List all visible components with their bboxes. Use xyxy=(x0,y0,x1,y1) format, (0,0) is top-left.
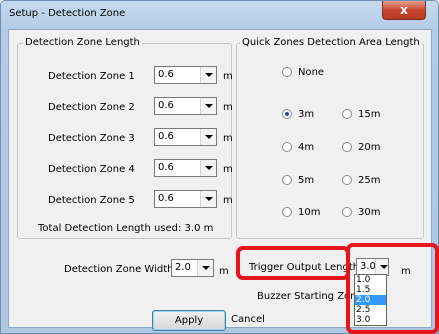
zone-1-value: 0.6 xyxy=(158,69,174,80)
radio-label: 30m xyxy=(358,207,381,218)
radio-circle-icon xyxy=(342,207,352,217)
radio-circle-icon xyxy=(282,142,292,152)
zone-5-value: 0.6 xyxy=(158,193,174,204)
radio-15m[interactable]: 15m xyxy=(342,109,380,120)
radio-label: None xyxy=(298,67,325,78)
group-legend: Detection Zone Length xyxy=(23,37,142,48)
title-bar[interactable]: Setup - Detection Zone x xyxy=(1,1,438,29)
chevron-down-icon[interactable] xyxy=(197,260,213,276)
group-legend: Quick Zones Detection Area Length xyxy=(240,37,422,48)
quick-zones-group: Quick Zones Detection Area Length None 3… xyxy=(236,37,424,239)
window-title: Setup - Detection Zone xyxy=(9,8,126,19)
radio-circle-icon xyxy=(342,142,352,152)
zone-4-unit: m xyxy=(223,164,233,175)
chevron-down-icon[interactable] xyxy=(200,98,216,114)
zone-2-label: Detection Zone 2 xyxy=(48,102,135,113)
chevron-down-icon[interactable] xyxy=(200,191,216,207)
radio-circle-icon xyxy=(282,175,292,185)
zone-2-unit: m xyxy=(223,102,233,113)
zone-3-value: 0.6 xyxy=(158,131,174,142)
radio-label: 10m xyxy=(298,207,321,218)
zone-4-value: 0.6 xyxy=(158,162,174,173)
detection-zone-length-group: Detection Zone Length Detection Zone 1 0… xyxy=(17,37,233,239)
zone-1-label: Detection Zone 1 xyxy=(48,71,135,82)
radio-25m[interactable]: 25m xyxy=(342,175,380,186)
zone-5-label: Detection Zone 5 xyxy=(48,195,135,206)
radio-4m[interactable]: 4m xyxy=(282,142,314,153)
radio-20m[interactable]: 20m xyxy=(342,142,380,153)
zone-width-label: Detection Zone Width: xyxy=(64,264,177,275)
radio-checked-icon xyxy=(282,109,292,119)
radio-circle-icon xyxy=(282,207,292,217)
zone-5-select[interactable]: 0.6 xyxy=(154,190,217,208)
radio-label: 3m xyxy=(298,109,315,120)
radio-circle-icon xyxy=(282,67,292,77)
apply-button[interactable]: Apply xyxy=(152,310,226,331)
zone-1-select[interactable]: 0.6 xyxy=(154,66,217,84)
cancel-button[interactable]: Cancel xyxy=(231,310,271,331)
zone-1-unit: m xyxy=(223,71,233,82)
zone-3-label: Detection Zone 3 xyxy=(48,133,135,144)
radio-label: 4m xyxy=(298,142,315,153)
close-button[interactable]: x xyxy=(382,1,426,20)
zone-width-value: 2.0 xyxy=(175,262,191,273)
radio-30m[interactable]: 30m xyxy=(342,207,380,218)
radio-3m[interactable]: 3m xyxy=(282,109,314,120)
radio-circle-icon xyxy=(342,175,352,185)
radio-circle-icon xyxy=(342,109,352,119)
chevron-down-icon[interactable] xyxy=(200,67,216,83)
zone-5-unit: m xyxy=(223,195,233,206)
radio-label: 20m xyxy=(358,142,381,153)
zone-2-value: 0.6 xyxy=(158,100,174,111)
zone-width-select[interactable]: 2.0 xyxy=(171,259,214,277)
radio-none[interactable]: None xyxy=(282,67,324,78)
zone-3-unit: m xyxy=(223,133,233,144)
zone-2-select[interactable]: 0.6 xyxy=(154,97,217,115)
total-length-label: Total Detection Length used: 3.0 m xyxy=(38,223,214,234)
radio-5m[interactable]: 5m xyxy=(282,175,314,186)
radio-label: 25m xyxy=(358,175,381,186)
annotation-highlight-label xyxy=(236,246,350,280)
radio-10m[interactable]: 10m xyxy=(282,207,320,218)
chevron-down-icon[interactable] xyxy=(200,160,216,176)
zone-width-unit: m xyxy=(219,266,229,277)
zone-3-select[interactable]: 0.6 xyxy=(154,128,217,146)
chevron-down-icon[interactable] xyxy=(200,129,216,145)
zone-4-label: Detection Zone 4 xyxy=(48,164,135,175)
radio-label: 15m xyxy=(358,109,381,120)
zone-4-select[interactable]: 0.6 xyxy=(154,159,217,177)
radio-label: 5m xyxy=(298,175,315,186)
annotation-highlight-dropdown xyxy=(346,243,439,334)
